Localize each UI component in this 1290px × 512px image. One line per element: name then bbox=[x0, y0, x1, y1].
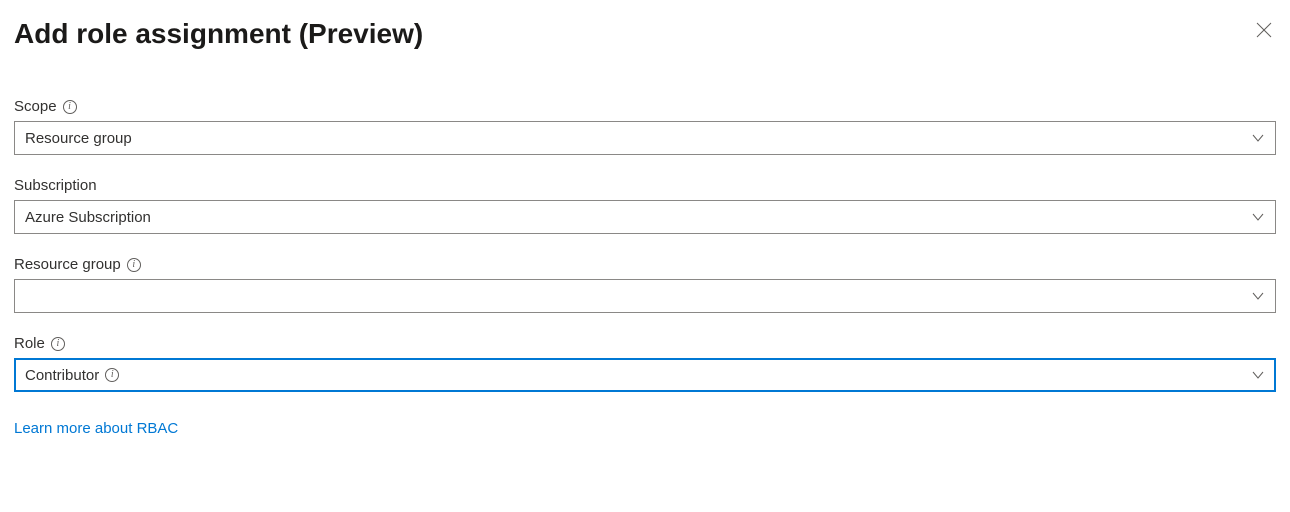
scope-label-row: Scope i bbox=[14, 98, 1276, 115]
chevron-down-icon bbox=[1251, 210, 1265, 224]
panel-header: Add role assignment (Preview) bbox=[14, 18, 1276, 50]
info-icon[interactable]: i bbox=[105, 368, 119, 382]
role-label: Role bbox=[14, 335, 45, 352]
subscription-label-row: Subscription bbox=[14, 177, 1276, 194]
role-field-group: Role i Contributor i bbox=[14, 335, 1276, 392]
subscription-select[interactable]: Azure Subscription bbox=[14, 200, 1276, 234]
role-value-text: Contributor bbox=[25, 367, 99, 384]
info-icon[interactable]: i bbox=[127, 258, 141, 272]
resource-group-label: Resource group bbox=[14, 256, 121, 273]
role-label-row: Role i bbox=[14, 335, 1276, 352]
subscription-value-text: Azure Subscription bbox=[25, 209, 151, 226]
chevron-down-icon bbox=[1251, 289, 1265, 303]
chevron-down-icon bbox=[1251, 368, 1265, 382]
scope-value-text: Resource group bbox=[25, 130, 132, 147]
scope-select-value: Resource group bbox=[25, 130, 132, 147]
scope-label: Scope bbox=[14, 98, 57, 115]
page-title: Add role assignment (Preview) bbox=[14, 18, 423, 50]
scope-select[interactable]: Resource group bbox=[14, 121, 1276, 155]
info-icon[interactable]: i bbox=[51, 337, 65, 351]
subscription-label: Subscription bbox=[14, 177, 97, 194]
resource-group-field-group: Resource group i bbox=[14, 256, 1276, 313]
learn-more-rbac-link[interactable]: Learn more about RBAC bbox=[14, 420, 178, 437]
close-icon[interactable] bbox=[1252, 18, 1276, 42]
role-select-value: Contributor i bbox=[25, 367, 119, 384]
chevron-down-icon bbox=[1251, 131, 1265, 145]
role-select[interactable]: Contributor i bbox=[14, 358, 1276, 392]
resource-group-select[interactable] bbox=[14, 279, 1276, 313]
subscription-field-group: Subscription Azure Subscription bbox=[14, 177, 1276, 234]
info-icon[interactable]: i bbox=[63, 100, 77, 114]
scope-field-group: Scope i Resource group bbox=[14, 98, 1276, 155]
subscription-select-value: Azure Subscription bbox=[25, 209, 151, 226]
resource-group-label-row: Resource group i bbox=[14, 256, 1276, 273]
